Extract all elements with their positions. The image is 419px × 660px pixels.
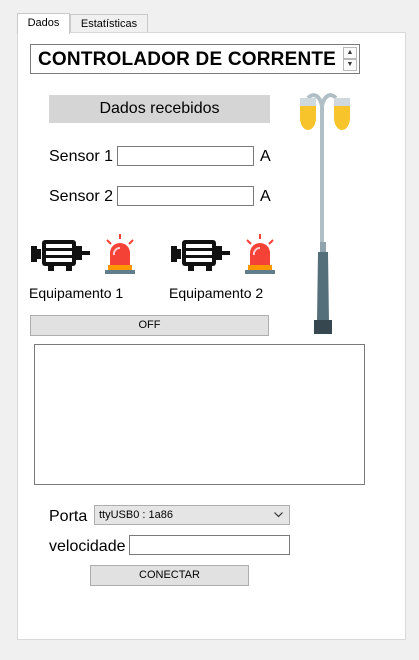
sensor-2-unit: A <box>260 188 271 205</box>
siren-icon <box>105 234 135 274</box>
sensor-1-field[interactable] <box>117 146 254 166</box>
title-spinbox[interactable]: CONTROLADOR DE CORRENTE ▲ ▼ <box>30 44 360 74</box>
equipment-1-label: Equipamento 1 <box>29 285 124 301</box>
off-button[interactable]: OFF <box>30 315 269 336</box>
street-lamp-icon <box>300 93 350 334</box>
speed-input[interactable] <box>129 535 290 555</box>
sensor-1-unit: A <box>260 148 271 165</box>
motor-icon <box>31 240 90 271</box>
speed-label: velocidade <box>49 538 126 555</box>
sensor-2-field[interactable] <box>117 186 254 206</box>
tab-dados[interactable]: Dados <box>17 13 70 34</box>
port-select-value: ttyUSB0 : 1a86 <box>99 509 173 521</box>
received-data-header: Dados recebidos <box>49 95 270 123</box>
equipment-2-label: Equipamento 2 <box>169 285 264 301</box>
arrow-down-icon[interactable]: ▼ <box>343 59 357 71</box>
chevron-down-icon <box>274 512 283 518</box>
motor-icon <box>171 240 230 271</box>
connect-button[interactable]: CONECTAR <box>90 565 249 586</box>
tab-estatisticas[interactable]: Estatísticas <box>70 14 148 32</box>
sensor-1-label: Sensor 1 <box>49 148 114 165</box>
port-select[interactable]: ttyUSB0 : 1a86 <box>94 505 290 525</box>
arrow-up-icon[interactable]: ▲ <box>343 47 357 59</box>
sensor-2-label: Sensor 2 <box>49 188 114 205</box>
log-textarea[interactable] <box>34 344 365 485</box>
port-label: Porta <box>49 508 88 525</box>
page-title: CONTROLADOR DE CORRENTE <box>38 49 337 70</box>
siren-icon <box>245 234 275 274</box>
